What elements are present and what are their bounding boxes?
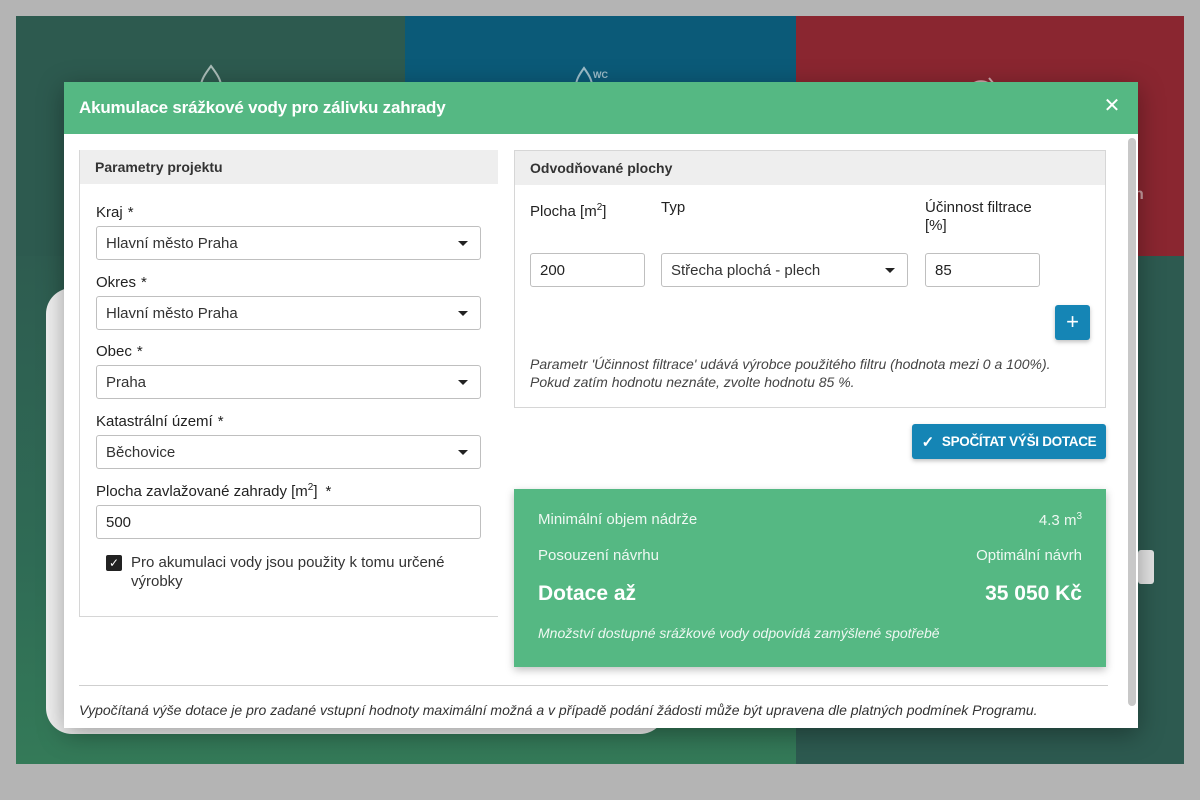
obec-label: Obec * <box>96 343 143 360</box>
katastr-select[interactable]: Běchovice <box>96 435 481 469</box>
column-area-label: Plocha [m2] <box>530 202 607 220</box>
column-efficiency-label: Účinnost filtrace [%] <box>925 199 1032 234</box>
drained-surfaces-heading: Odvodňované plochy <box>515 151 1105 185</box>
project-parameters-panel: Parametry projektu Kraj * Hlavní město Pr… <box>79 150 498 617</box>
modal-header: Akumulace srážkové vody pro zálivku zahr… <box>64 82 1138 134</box>
chevron-down-icon <box>458 241 468 246</box>
min-volume-row: Minimální objem nádrže 4.3 m3 <box>538 511 1082 529</box>
add-surface-button[interactable]: + <box>1055 305 1090 340</box>
modal-title: Akumulace srážkové vody pro zálivku zahr… <box>79 98 446 117</box>
drained-surfaces-panel: Odvodňované plochy Plocha [m2] Typ Účinn… <box>514 150 1106 408</box>
svg-text:WC: WC <box>593 70 608 80</box>
kraj-select[interactable]: Hlavní město Praha <box>96 226 481 260</box>
chevron-down-icon <box>885 268 895 273</box>
calculate-subsidy-button[interactable]: ✓ SPOČÍTAT VÝŠI DOTACE <box>912 424 1106 459</box>
products-checkbox-label[interactable]: Pro akumulaci vody jsou použity k tomu u… <box>131 553 471 591</box>
checkmark-icon: ✓ <box>921 433 935 451</box>
kraj-label: Kraj * <box>96 204 134 221</box>
filter-efficiency-input[interactable] <box>925 253 1040 287</box>
surface-type-select[interactable]: Střecha plochá - plech <box>661 253 908 287</box>
assessment-row: Posouzení návrhu Optimální návrh <box>538 547 1082 564</box>
products-checkbox[interactable]: ✓ <box>106 555 122 571</box>
okres-label: Okres * <box>96 274 147 291</box>
close-icon[interactable]: ✕ <box>1102 96 1122 116</box>
subsidy-row: Dotace až 35 050 Kč <box>538 582 1082 605</box>
efficiency-hint: Parametr 'Účinnost filtrace' udává výrob… <box>530 356 1051 390</box>
column-type-label: Typ <box>661 199 686 216</box>
obec-select[interactable]: Praha <box>96 365 481 399</box>
garden-area-input[interactable] <box>96 505 481 539</box>
scrollbar[interactable] <box>1128 138 1136 706</box>
chevron-down-icon <box>458 450 468 455</box>
surface-area-input[interactable] <box>530 253 645 287</box>
chevron-down-icon <box>458 311 468 316</box>
katastr-label: Katastrální území * <box>96 413 224 430</box>
garden-area-label: Plocha zavlažované zahrady [m2] * <box>96 482 332 500</box>
subsidy-modal: Akumulace srážkové vody pro zálivku zahr… <box>64 82 1138 728</box>
background-button[interactable] <box>1138 550 1154 584</box>
okres-select[interactable]: Hlavní město Praha <box>96 296 481 330</box>
project-parameters-heading: Parametry projektu <box>80 150 498 184</box>
result-note: Množství dostupné srážkové vody odpovídá… <box>538 625 940 641</box>
chevron-down-icon <box>458 380 468 385</box>
result-box: Minimální objem nádrže 4.3 m3 Posouzení … <box>514 489 1106 667</box>
divider <box>79 685 1108 686</box>
footer-note: Vypočítaná výše dotace je pro zadané vst… <box>79 702 1038 718</box>
